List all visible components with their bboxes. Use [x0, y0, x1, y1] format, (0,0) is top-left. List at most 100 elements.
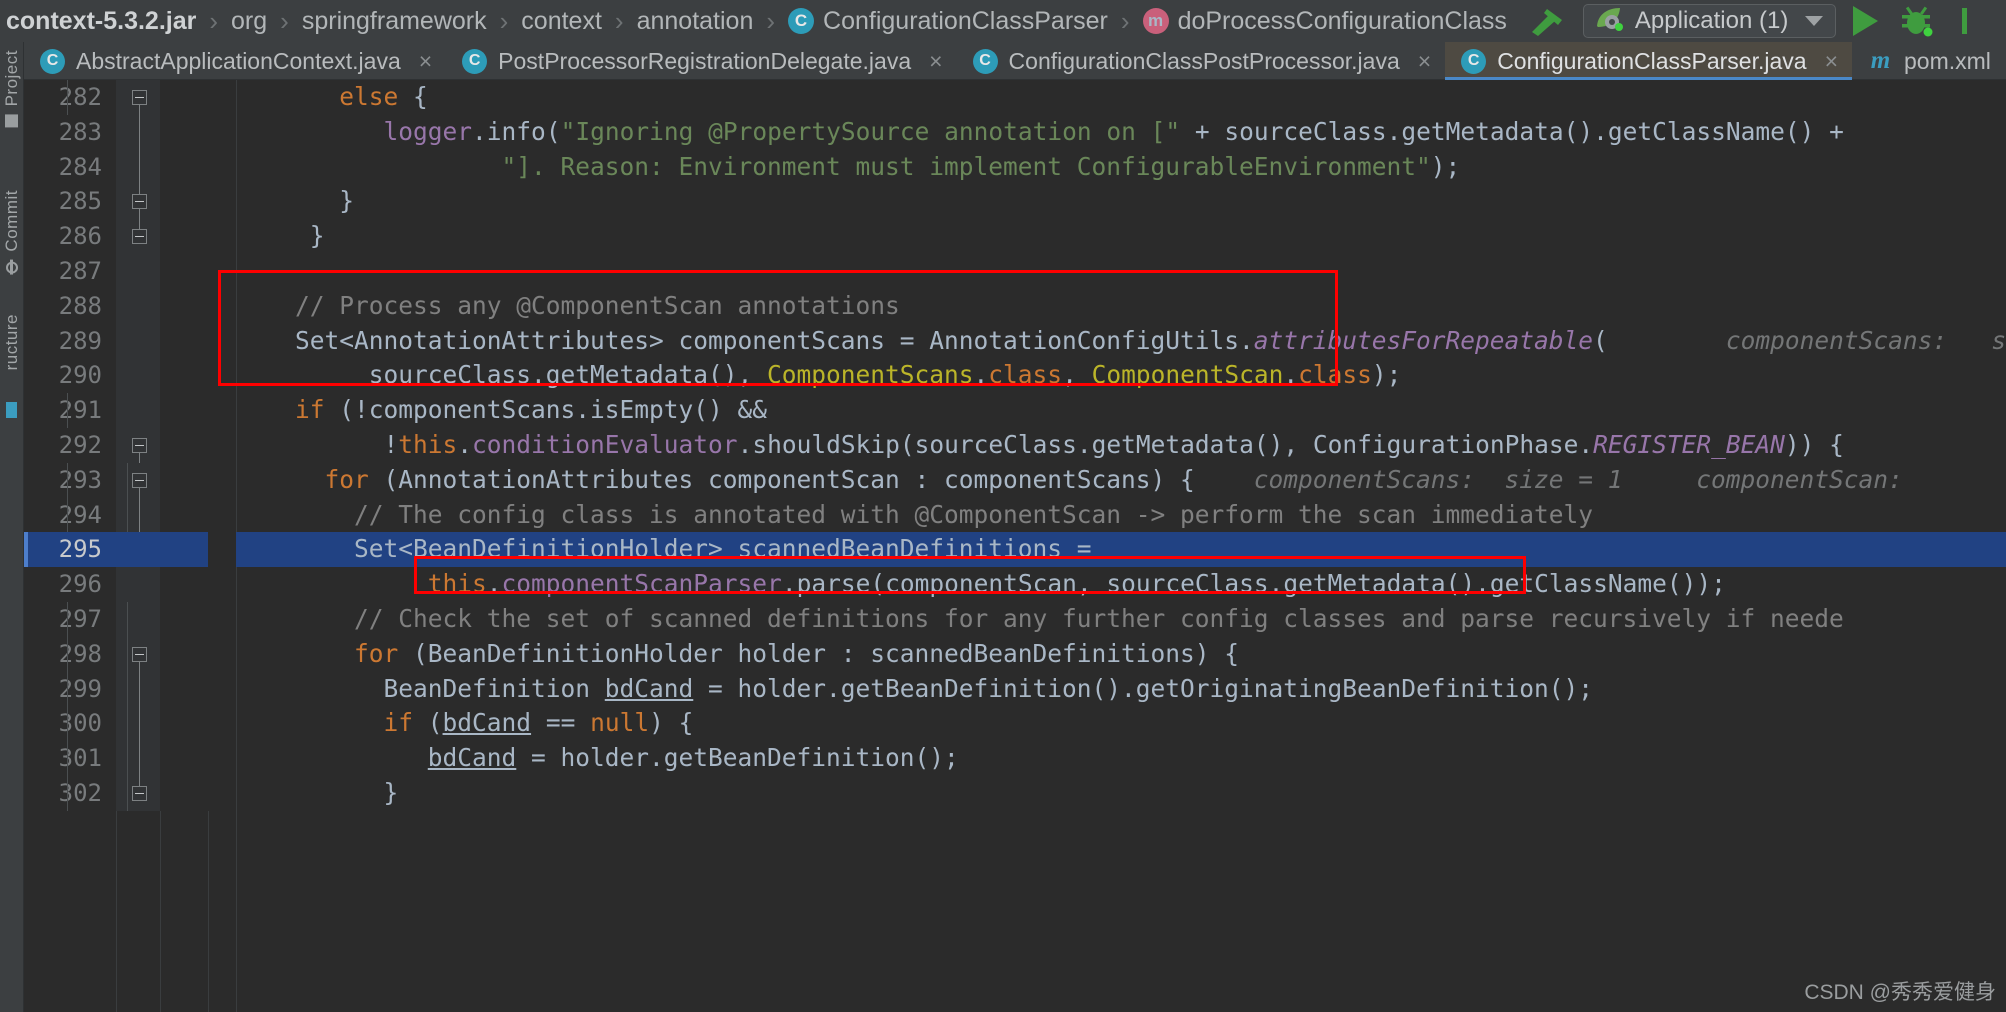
breadcrumb-item-org[interactable]: org [227, 7, 271, 36]
line-number: 292 [58, 430, 102, 459]
code-line-290[interactable]: 290 sourceClass.getMetadata(), Component… [24, 358, 2006, 394]
line-number: 290 [58, 361, 102, 390]
code-text: else { [67, 80, 2006, 115]
run-icon[interactable] [1842, 0, 1888, 42]
code-line-288[interactable]: 288 // Process any @ComponentScan annota… [24, 288, 2006, 324]
code-line-297[interactable]: 297 // Check the set of scanned definiti… [24, 601, 2006, 637]
fold-marker-icon[interactable] [130, 644, 150, 679]
fold-marker-icon[interactable] [130, 87, 150, 122]
code-text: } [236, 221, 325, 251]
run-configuration-selector[interactable]: Application (1) [1582, 4, 1837, 38]
more-toolbar-icon[interactable] [1946, 0, 1992, 42]
line-number: 282 [58, 83, 102, 111]
line-number: 288 [58, 291, 102, 320]
tab-configurationclasspostprocessor[interactable]: C ConfigurationClassPostProcessor.java × [957, 42, 1446, 80]
breadcrumb-item-method[interactable]: m doProcessConfigurationClass [1139, 7, 1511, 36]
code-line-293[interactable]: 293 for (AnnotationAttributes componentS… [24, 462, 2006, 505]
breadcrumb-separator-icon: › [280, 5, 289, 36]
spring-leaf-icon [1594, 6, 1624, 36]
code-line-291[interactable]: 291 if (!componentScans.isEmpty() && [24, 393, 2006, 428]
breadcrumb-item-annotation[interactable]: annotation [633, 7, 758, 36]
line-number: 293 [58, 465, 102, 494]
code-text: // The config class is annotated with @C… [67, 497, 2006, 533]
fold-marker-icon[interactable] [130, 174, 150, 211]
breadcrumb-item-class[interactable]: C ConfigurationClassParser [784, 7, 1112, 36]
line-number: 295 [58, 535, 102, 564]
code-line-298[interactable]: 298 for (BeanDefinitionHolder holder : s… [24, 636, 2006, 679]
code-text: Set<AnnotationAttributes> componentScans… [236, 325, 2006, 355]
chevron-down-icon[interactable] [1805, 16, 1824, 26]
sidebar-item-structure[interactable]: ructure [0, 314, 24, 370]
code-text: if (!componentScans.isEmpty() && [67, 393, 2006, 428]
sidebar-bookmark-icon[interactable] [0, 402, 24, 418]
breadcrumb-item-context[interactable]: context [517, 7, 606, 36]
fold-marker-icon[interactable] [130, 765, 150, 803]
code-line-296[interactable]: 296 this.componentScanParser.parse(compo… [24, 567, 2006, 602]
code-editor[interactable]: 282 else { 283 logger.info("Ignoring @Pr… [24, 80, 2006, 1012]
code-line-283[interactable]: 283 logger.info("Ignoring @PropertySourc… [24, 114, 2006, 150]
code-text: logger.info("Ignoring @PropertySource an… [383, 116, 1844, 146]
code-text: if (bdCand == null) { [67, 706, 2006, 742]
close-icon[interactable]: × [929, 49, 942, 73]
code-line-299[interactable]: 299 BeanDefinition bdCand = holder.getBe… [24, 671, 2006, 707]
fold-marker-icon[interactable] [130, 209, 150, 246]
sidebar-item-commit[interactable]: Commit [0, 190, 24, 275]
code-text: !this.conditionEvaluator.shouldSkip(sour… [236, 429, 1844, 459]
code-text: // Check the set of scanned definitions … [67, 601, 2006, 637]
debug-icon[interactable] [1894, 0, 1940, 42]
breadcrumb-item-springframework[interactable]: springframework [298, 7, 491, 36]
tab-configurationclassparser[interactable]: C ConfigurationClassParser.java × [1445, 42, 1853, 80]
breadcrumb-item-jar[interactable]: context-5.3.2.jar [2, 7, 200, 36]
hammer-icon[interactable] [1525, 0, 1571, 42]
editor-tab-bar: C AbstractApplicationContext.java × C Po… [24, 42, 2006, 80]
tab-pom-xml[interactable]: m pom.xml [1852, 42, 2005, 80]
line-number: 285 [58, 187, 102, 216]
ide-window: context-5.3.2.jar › org › springframewor… [0, 0, 2006, 1012]
code-line-282[interactable]: 282 else { [24, 80, 2006, 122]
method-icon: m [1142, 8, 1169, 34]
line-number: 297 [58, 604, 102, 633]
code-line-300[interactable]: 300 if (bdCand == null) { [24, 706, 2006, 742]
class-icon: C [462, 48, 488, 74]
breadcrumb-label: annotation [636, 6, 754, 35]
breadcrumb-label: springframework [301, 6, 487, 35]
line-number: 301 [58, 744, 102, 773]
close-icon[interactable]: × [1825, 49, 1838, 73]
code-line-302[interactable]: 302 } [24, 765, 2006, 811]
code-line-292[interactable]: 292 !this.conditionEvaluator.shouldSkip(… [24, 427, 2006, 470]
sidebar-item-project[interactable]: Project [0, 50, 24, 128]
watermark-text: CSDN @秀秀爱健身 [1804, 981, 1996, 1004]
line-number: 286 [58, 222, 102, 251]
fold-marker-icon[interactable] [130, 435, 150, 470]
tab-label: pom.xml [1904, 47, 1991, 74]
code-line-286[interactable]: 286 } [24, 209, 2006, 254]
code-line-285[interactable]: 285 } [24, 174, 2006, 220]
code-line-284[interactable]: 284 "]. Reason: Environment must impleme… [24, 149, 2006, 185]
code-line-289[interactable]: 289 Set<AnnotationAttributes> componentS… [24, 323, 2006, 359]
code-line-294[interactable]: 294 // The config class is annotated wit… [24, 497, 2006, 533]
close-icon[interactable]: × [1418, 49, 1431, 73]
code-text: bdCand = holder.getBeanDefinition(); [67, 741, 2006, 776]
breadcrumb-label: org [231, 6, 268, 35]
fold-marker-icon[interactable] [130, 470, 150, 505]
breadcrumb-label: context-5.3.2.jar [6, 6, 197, 35]
breadcrumb-label: context [521, 6, 602, 35]
line-number: 296 [58, 570, 102, 599]
tab-label: AbstractApplicationContext.java [76, 47, 401, 74]
class-icon: C [1461, 48, 1487, 74]
code-line-295[interactable]: 295 Set<BeanDefinitionHolder> scannedBea… [24, 532, 2006, 568]
tab-abstractapplicationcontext[interactable]: C AbstractApplicationContext.java × [24, 42, 446, 80]
tab-label: ConfigurationClassPostProcessor.java [1008, 47, 1400, 74]
line-number: 299 [58, 674, 102, 703]
code-line-301[interactable]: 301 bdCand = holder.getBeanDefinition(); [24, 741, 2006, 776]
line-number: 284 [58, 152, 102, 181]
code-line-287[interactable]: 287 [24, 253, 2006, 289]
class-icon: C [972, 48, 998, 74]
code-text: } [67, 775, 2006, 811]
breadcrumb-separator-icon: › [614, 5, 624, 36]
class-icon: C [788, 8, 815, 34]
line-number: 302 [58, 778, 102, 807]
close-icon[interactable]: × [419, 49, 432, 73]
class-icon: C [40, 48, 65, 74]
tab-postprocessorregistrationdelegate[interactable]: C PostProcessorRegistrationDelegate.java… [446, 42, 956, 80]
